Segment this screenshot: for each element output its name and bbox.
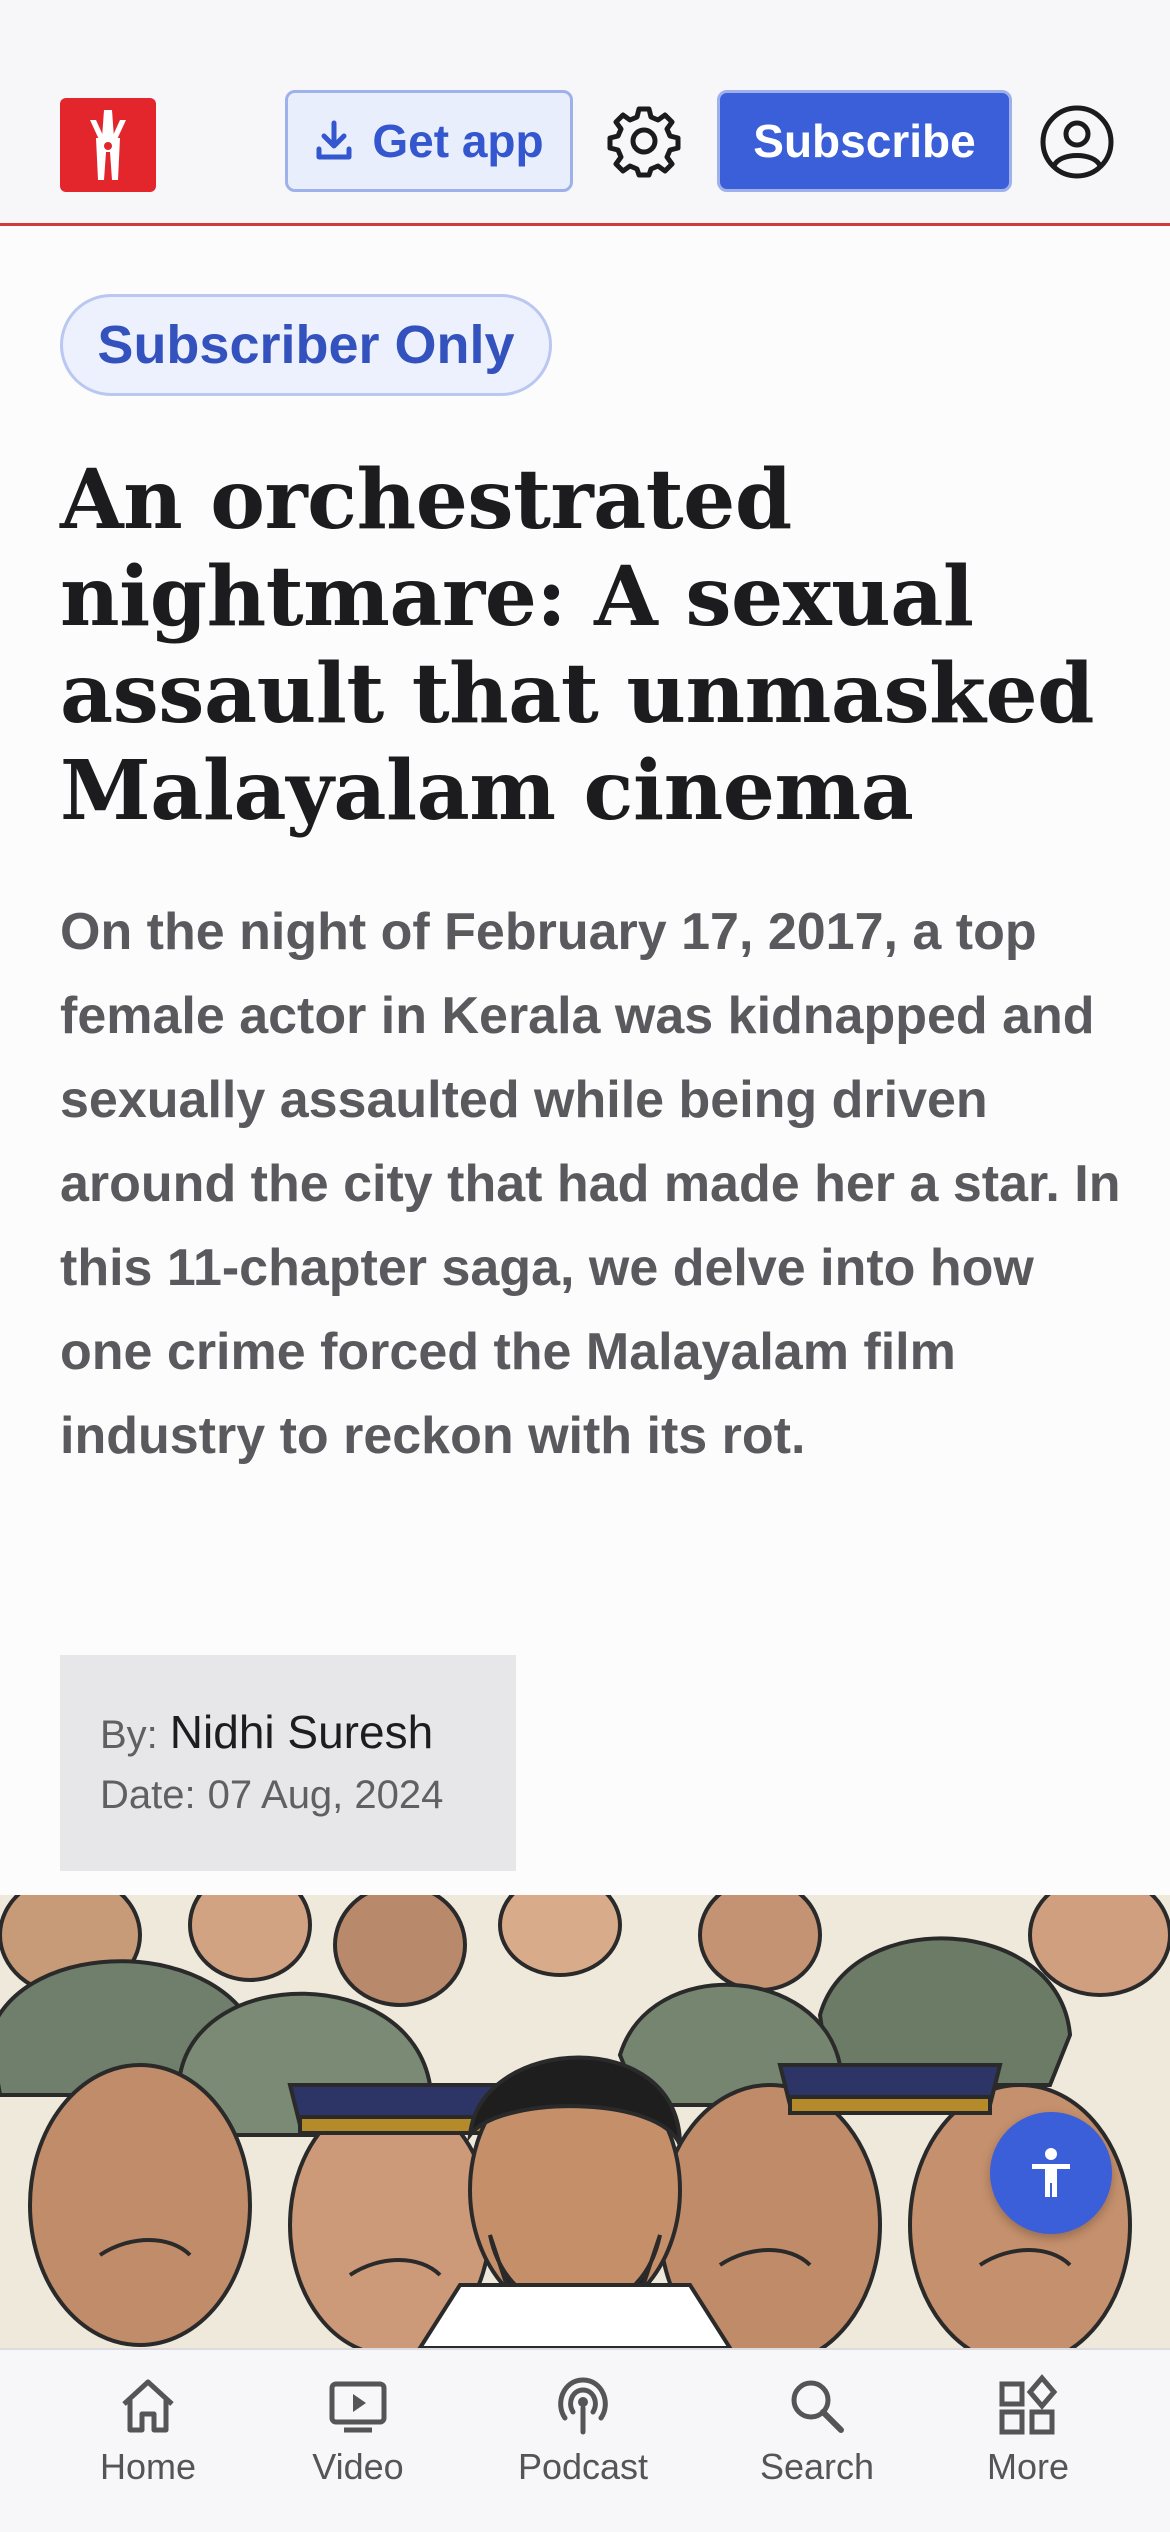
nav-label: Podcast <box>517 2446 649 2487</box>
get-app-button[interactable]: Get app <box>285 90 573 192</box>
nav-item-home[interactable]: Home <box>58 2374 238 2514</box>
accessibility-icon <box>1032 2148 1070 2197</box>
subscriber-only-badge: Subscriber Only <box>60 294 552 396</box>
hero-illustration <box>0 1895 1170 2348</box>
clothespin-logo-icon <box>90 110 126 180</box>
get-app-label: Get app <box>372 115 544 167</box>
nav-label: More <box>986 2446 1070 2487</box>
nav-item-podcast[interactable]: Podcast <box>493 2374 673 2514</box>
crowd-illustration-image <box>0 1895 1170 2348</box>
date-label: Date: <box>100 1773 196 1817</box>
nav-label: Home <box>99 2446 197 2487</box>
headline-line: Malayalam cinema <box>60 743 914 839</box>
podcast-icon <box>558 2377 608 2435</box>
author-link[interactable]: Nidhi Suresh <box>170 1705 433 1759</box>
top-header: Get app Subscribe <box>0 0 1170 226</box>
site-logo[interactable] <box>60 98 156 192</box>
grid-icon <box>999 2374 1058 2435</box>
nav-label: Video <box>312 2446 404 2487</box>
article-summary: On the night of February 17, 2017, a top… <box>60 903 1121 1465</box>
nav-item-search[interactable]: Search <box>727 2374 907 2514</box>
publish-date: 07 Aug, 2024 <box>207 1773 444 1817</box>
user-circle-icon <box>1040 105 1114 179</box>
bottom-navigation: Home Video Podcast Search More <box>0 2348 1170 2532</box>
by-label: By: <box>100 1713 158 1757</box>
nav-label: Search <box>759 2446 875 2487</box>
settings-button[interactable] <box>606 103 682 179</box>
download-icon <box>316 120 352 160</box>
nav-item-video[interactable]: Video <box>268 2374 448 2514</box>
video-icon <box>329 2381 387 2433</box>
subscribe-button[interactable]: Subscribe <box>717 90 1012 192</box>
accessibility-button[interactable] <box>990 2112 1112 2234</box>
byline-box: By: Nidhi Suresh Date: 07 Aug, 2024 <box>60 1655 516 1871</box>
headline-line: assault that unmasked <box>60 646 1094 742</box>
search-icon <box>791 2380 844 2433</box>
account-button[interactable] <box>1039 104 1115 180</box>
headline-line: An orchestrated <box>60 452 792 548</box>
headline-line: nightmare: A sexual <box>60 549 974 645</box>
home-icon <box>122 2379 174 2433</box>
article-headline: An orchestrated nightmare: A sexual assa… <box>60 452 1130 840</box>
gear-icon <box>607 106 681 178</box>
nav-item-more[interactable]: More <box>938 2374 1118 2514</box>
